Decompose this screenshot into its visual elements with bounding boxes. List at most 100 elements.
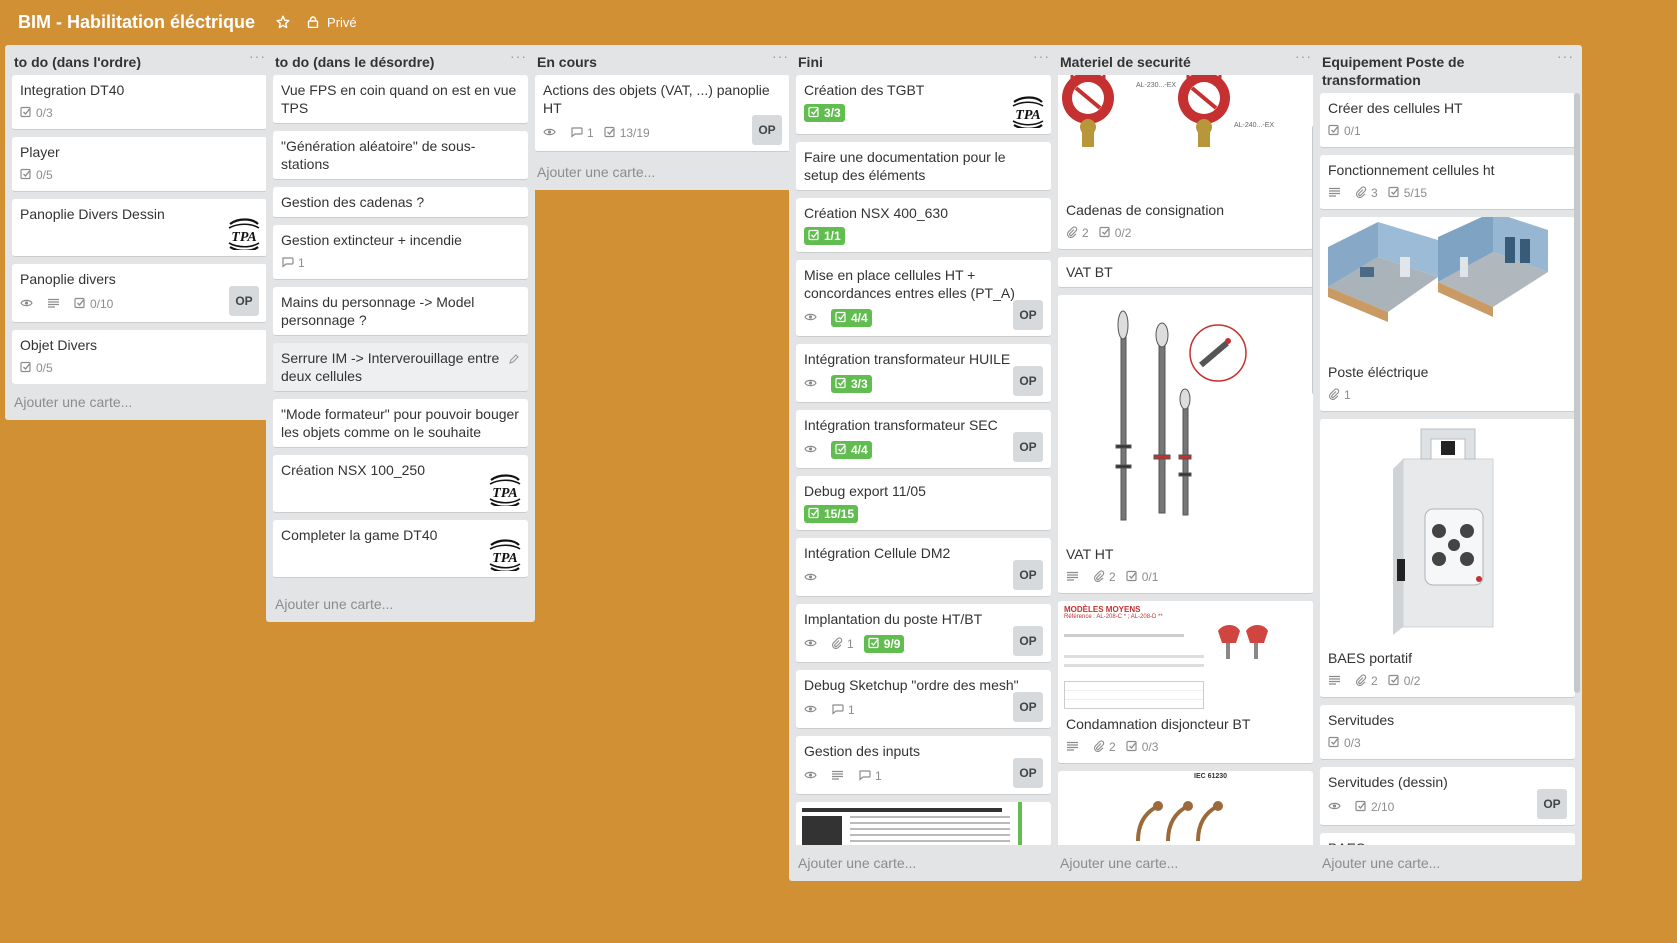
card[interactable]: Actions des objets (VAT, ...) panoplie H…: [535, 75, 790, 152]
tpa-logo-avatar[interactable]: TPA: [1011, 96, 1045, 130]
card[interactable]: Mise en place cellules HT + concordances…: [796, 260, 1051, 337]
member-avatar[interactable]: OP: [229, 286, 259, 316]
member-avatar[interactable]: OP: [1013, 366, 1043, 396]
list-header[interactable]: to do (dans l'ordre) ···: [5, 45, 274, 75]
card-preview[interactable]: [796, 802, 1051, 845]
card[interactable]: Intégration Cellule DM2 OP: [796, 538, 1051, 597]
card[interactable]: Panoplie divers 0/10 OP: [12, 264, 267, 323]
card[interactable]: Gestion extincteur + incendie 1: [273, 225, 528, 280]
card[interactable]: Poste éléctrique 1: [1320, 217, 1575, 412]
card-badges: 2 0/1: [1066, 567, 1305, 587]
member-avatar[interactable]: OP: [752, 115, 782, 145]
card[interactable]: Création NSX 100_250 TPA: [273, 455, 528, 513]
list-menu-icon[interactable]: ···: [1295, 49, 1312, 63]
star-icon[interactable]: [275, 14, 291, 30]
card[interactable]: Servitudes (dessin) 2/10 OP: [1320, 767, 1575, 826]
card[interactable]: "Génération aléatoire" de sous-stations: [273, 131, 528, 180]
card-title: Intégration transformateur SEC: [804, 417, 998, 433]
card[interactable]: Completer la game DT40 TPA: [273, 520, 528, 578]
add-card-button[interactable]: Ajouter une carte...: [5, 384, 274, 420]
list-header[interactable]: En cours ···: [528, 45, 797, 75]
card[interactable]: VAT BT: [1058, 257, 1313, 288]
tpa-logo-avatar[interactable]: TPA: [488, 474, 522, 508]
paperclip-icon: [1093, 569, 1109, 585]
eye-icon: [20, 297, 37, 312]
card[interactable]: Gestion des inputs 1 OP: [796, 736, 1051, 795]
add-card-button[interactable]: Ajouter une carte...: [266, 586, 535, 622]
card[interactable]: Vue FPS en coin quand on est en vue TPS: [273, 75, 528, 124]
card[interactable]: Créer des cellules HT 0/1: [1320, 93, 1575, 148]
list-menu-icon[interactable]: ···: [510, 49, 527, 63]
list-scrollbar[interactable]: [1574, 93, 1580, 693]
list-title[interactable]: En cours: [537, 53, 767, 71]
card-badges: [804, 566, 1043, 590]
privacy-button[interactable]: Privé: [307, 15, 357, 30]
list-header[interactable]: Equipement Poste de transformation ···: [1313, 45, 1582, 93]
member-avatar[interactable]: OP: [1013, 560, 1043, 590]
member-avatar[interactable]: OP: [1537, 789, 1567, 819]
card[interactable]: Implantation du poste HT/BT 1 9/9 OP: [796, 604, 1051, 663]
list-menu-icon[interactable]: ···: [1033, 49, 1050, 63]
card[interactable]: AL-230...-EX AL-240...-EX Cadenas de con…: [1058, 75, 1313, 250]
card-badges: 15/15: [804, 504, 1043, 524]
tpa-logo-avatar[interactable]: TPA: [227, 218, 261, 252]
add-card-button[interactable]: Ajouter une carte...: [1051, 845, 1320, 881]
checklist-badge: 0/1: [1328, 122, 1361, 140]
list-title[interactable]: to do (dans le désordre): [275, 53, 505, 71]
card[interactable]: Création NSX 400_630 1/1: [796, 198, 1051, 253]
card-badges: 0/5: [20, 358, 259, 378]
description-badge: [47, 295, 64, 313]
card[interactable]: Integration DT40 0/3: [12, 75, 267, 130]
checklist-badge: 0/2: [1388, 672, 1420, 690]
member-avatar[interactable]: OP: [1013, 626, 1043, 656]
card[interactable]: Panoplie Divers Dessin TPA: [12, 199, 267, 257]
list-title[interactable]: to do (dans l'ordre): [14, 53, 244, 71]
watch-badge: [543, 124, 560, 142]
list-menu-icon[interactable]: ···: [249, 49, 266, 63]
eye-icon: [804, 377, 821, 392]
card[interactable]: Serrure IM -> Interverouillage entre deu…: [273, 343, 528, 392]
tpa-logo-avatar[interactable]: TPA: [488, 539, 522, 573]
card[interactable]: "Mode formateur" pour pouvoir bouger les…: [273, 399, 528, 448]
list-title[interactable]: Materiel de securité: [1060, 53, 1290, 71]
card[interactable]: Debug export 11/05 15/15: [796, 476, 1051, 531]
card[interactable]: Debug Sketchup "ordre des mesh" 1 OP: [796, 670, 1051, 729]
card[interactable]: Gestion des cadenas ?: [273, 187, 528, 218]
card[interactable]: Création des TGBT 3/3 TPA: [796, 75, 1051, 135]
member-avatar[interactable]: OP: [1013, 758, 1043, 788]
card[interactable]: MODÈLES MOYENS Référence : AL-208-C * ; …: [1058, 601, 1313, 764]
member-avatar[interactable]: OP: [1013, 300, 1043, 330]
card[interactable]: BAES: [1320, 833, 1575, 845]
padlock-label-right: AL-240...-EX: [1234, 122, 1274, 129]
description-icon: [1328, 674, 1345, 689]
card[interactable]: Player 0/5: [12, 137, 267, 192]
card[interactable]: Intégration transformateur SEC 4/4 OP: [796, 410, 1051, 469]
comment-badge: 1: [831, 701, 855, 719]
list-title[interactable]: Fini: [798, 53, 1028, 71]
add-card-button[interactable]: Ajouter une carte...: [789, 845, 1058, 881]
add-card-button[interactable]: Ajouter une carte...: [1313, 845, 1582, 881]
card[interactable]: BAES portatif 2 0/2: [1320, 419, 1575, 698]
member-avatar[interactable]: OP: [1013, 432, 1043, 462]
card[interactable]: Mains du personnage -> Model personnage …: [273, 287, 528, 336]
list-header[interactable]: Fini ···: [789, 45, 1058, 75]
list-title[interactable]: Equipement Poste de transformation: [1322, 53, 1552, 89]
card-preview[interactable]: IEC 61230: [1058, 771, 1313, 845]
card[interactable]: Objet Divers 0/5: [12, 330, 267, 384]
list-header[interactable]: Materiel de securité ···: [1051, 45, 1320, 75]
card[interactable]: Intégration transformateur HUILE 3/3 OP: [796, 344, 1051, 403]
board-title[interactable]: BIM - Habilitation éléctrique: [18, 12, 255, 33]
member-avatar[interactable]: OP: [1013, 692, 1043, 722]
card[interactable]: Fonctionnement cellules ht 3 5/15: [1320, 155, 1575, 210]
edit-pencil-icon[interactable]: [508, 352, 520, 368]
add-card-button[interactable]: Ajouter une carte...: [528, 154, 797, 190]
card-badges: 1/1: [804, 226, 1043, 246]
card[interactable]: Faire une documentation pour le setup de…: [796, 142, 1051, 191]
card[interactable]: Servitudes 0/3: [1320, 705, 1575, 760]
description-icon: [1066, 570, 1083, 585]
list-header[interactable]: to do (dans le désordre) ···: [266, 45, 535, 75]
list-menu-icon[interactable]: ···: [1557, 49, 1574, 63]
list-menu-icon[interactable]: ···: [772, 49, 789, 63]
card-title: Gestion des cadenas ?: [281, 194, 425, 210]
card[interactable]: VAT HT 2 0/1: [1058, 295, 1313, 594]
